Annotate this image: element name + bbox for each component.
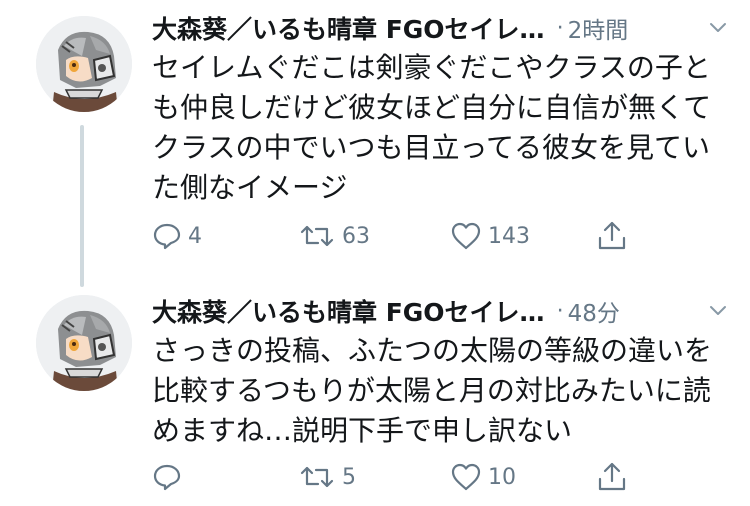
reply-count: 4 bbox=[188, 223, 202, 249]
tweet-header: 大森葵／いるも晴章 FGOセイレ… · 48分 bbox=[152, 293, 730, 329]
header-separator: · bbox=[556, 298, 564, 324]
tweet-text-line: さっきの投稿、ふたつの太陽の等級の違いを bbox=[152, 334, 713, 367]
tweet-text-line: た側なイメージ bbox=[152, 171, 348, 204]
share-icon bbox=[596, 461, 628, 493]
like-icon bbox=[450, 462, 482, 492]
share-button[interactable] bbox=[596, 457, 628, 497]
tweet-header: 大森葵／いるも晴章 FGOセイレ… · 2時間 bbox=[152, 10, 730, 46]
tweet-actions: 5 10 bbox=[152, 457, 730, 497]
like-count: 143 bbox=[488, 223, 530, 249]
tweet-text-line: クラスの中でいつも目立ってる彼女を見てい bbox=[152, 131, 711, 164]
chevron-down-icon[interactable] bbox=[706, 299, 730, 323]
retweet-icon bbox=[298, 462, 336, 492]
like-count: 10 bbox=[488, 464, 516, 490]
timestamp[interactable]: 2時間 bbox=[568, 11, 629, 45]
avatar[interactable] bbox=[36, 16, 132, 112]
avatar[interactable] bbox=[36, 295, 132, 391]
tweet-text: さっきの投稿、ふたつの太陽の等級の違いを 比較するつもりが太陽と月の対比みたいに… bbox=[152, 331, 724, 451]
tweet-text-line: セイレムぐだこは剣豪ぐだこやクラスの子と bbox=[152, 51, 711, 84]
reply-icon bbox=[152, 221, 182, 251]
chevron-down-icon[interactable] bbox=[706, 16, 730, 40]
retweet-button[interactable]: 5 bbox=[298, 457, 356, 497]
timestamp[interactable]: 48分 bbox=[568, 294, 620, 328]
share-button[interactable] bbox=[596, 216, 628, 256]
like-button[interactable]: 10 bbox=[450, 457, 516, 497]
tweet[interactable]: 大森葵／いるも晴章 FGOセイレ… · 2時間 セイレムぐだこは剣豪ぐだこやクラ… bbox=[0, 0, 750, 285]
reply-icon bbox=[152, 462, 182, 492]
retweet-count: 5 bbox=[342, 464, 356, 490]
reply-button[interactable]: 4 bbox=[152, 216, 202, 256]
author-name[interactable]: 大森葵／いるも晴章 FGOセイレ… bbox=[152, 10, 545, 46]
retweet-count: 63 bbox=[342, 223, 370, 249]
like-icon bbox=[450, 221, 482, 251]
share-icon bbox=[596, 220, 628, 252]
retweet-button[interactable]: 63 bbox=[298, 216, 370, 256]
tweet-actions: 4 63 143 bbox=[152, 216, 730, 256]
author-name[interactable]: 大森葵／いるも晴章 FGOセイレ… bbox=[152, 293, 545, 329]
tweet-text-line: めますね…説明下手で申し訳ない bbox=[152, 414, 573, 447]
tweet-text-line: 比較するつもりが太陽と月の対比みたいに読 bbox=[152, 374, 711, 407]
retweet-icon bbox=[298, 221, 336, 251]
tweet[interactable]: 大森葵／いるも晴章 FGOセイレ… · 48分 さっきの投稿、ふたつの太陽の等級… bbox=[0, 285, 750, 506]
tweet-text-line: も仲良しだけど彼女ほど自分に自信が無くて bbox=[152, 91, 712, 124]
header-separator: · bbox=[556, 15, 564, 41]
reply-button[interactable] bbox=[152, 457, 188, 497]
like-button[interactable]: 143 bbox=[450, 216, 530, 256]
tweet-text: セイレムぐだこは剣豪ぐだこやクラスの子と も仲良しだけど彼女ほど自分に自信が無く… bbox=[152, 48, 724, 208]
